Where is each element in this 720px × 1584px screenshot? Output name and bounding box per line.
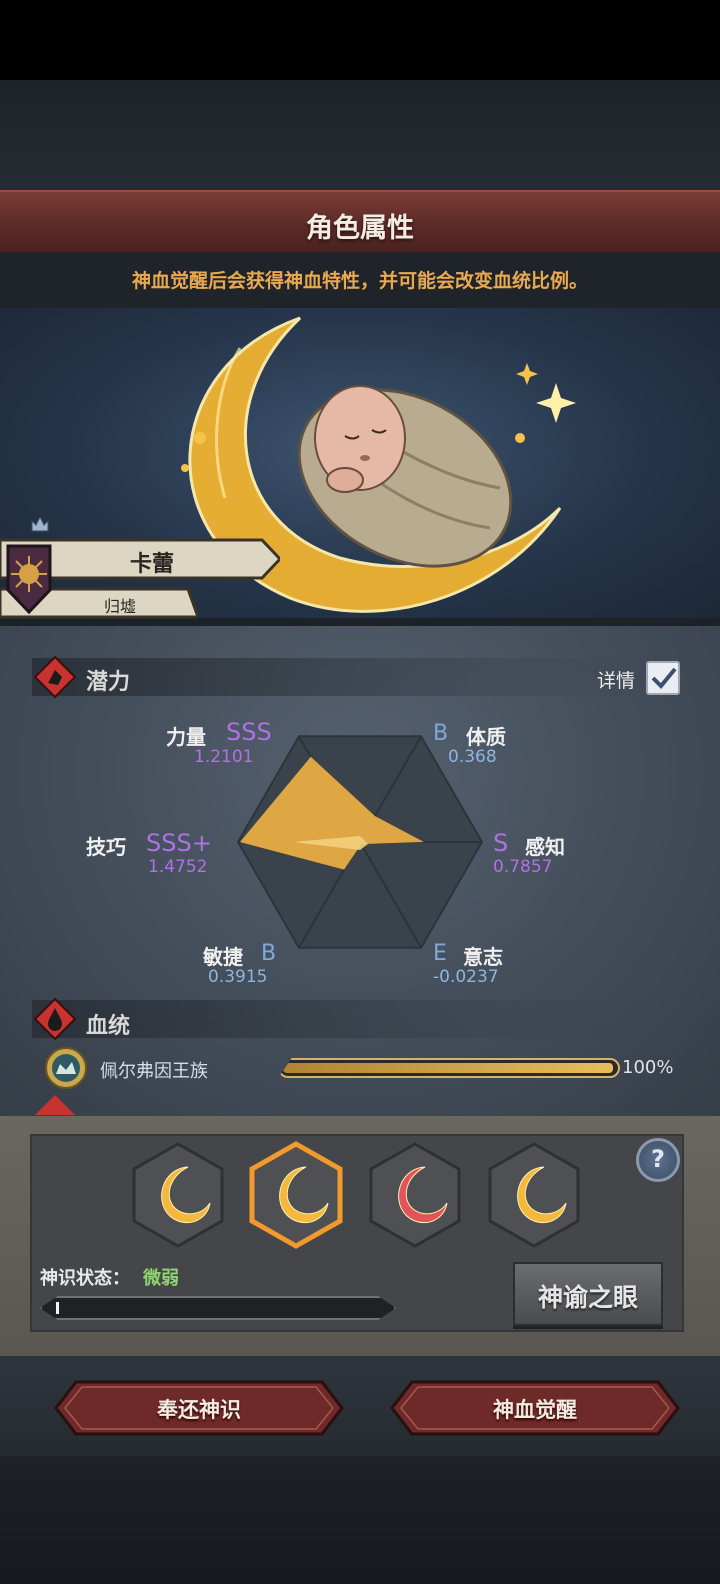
stat-grade-perception: S (493, 829, 509, 857)
subtitle-bar: 神血觉醒后会获得神血特性，并可能会改变血统比例。 (0, 252, 720, 308)
detail-label[interactable]: 详情 (597, 666, 635, 693)
divine-slot-1[interactable] (130, 1141, 226, 1249)
return-divine-sense-button[interactable]: 奉还神识 (54, 1380, 344, 1436)
divine-state-value: 微弱 (143, 1268, 179, 1289)
slot-hexagon (369, 1142, 461, 1248)
bloodline-section-header (32, 1000, 692, 1038)
faction-crown-icon (31, 515, 49, 532)
stat-grade-constitution: B (433, 721, 449, 746)
help-icon: ? (651, 1145, 665, 1173)
potential-section-header (32, 658, 692, 696)
top-status-area (0, 0, 720, 80)
stat-value-technique: 1.4752 (148, 857, 208, 877)
bloodline-name: 佩尔弗因王族 (100, 1061, 208, 1082)
faction-emblem-icon (6, 544, 52, 614)
stat-name-will: 意志 (463, 945, 503, 969)
divine-slot-3[interactable] (367, 1141, 463, 1249)
top-backdrop (0, 80, 720, 190)
stat-value-strength: 1.2101 (194, 747, 254, 767)
slot-3-crescent-icon (369, 1142, 461, 1248)
slot-1-crescent-icon (132, 1142, 224, 1248)
divine-state-label: 神识状态： (40, 1268, 130, 1289)
bloodline-progress-fill (283, 1063, 613, 1073)
slot-4-crescent-icon (488, 1142, 580, 1248)
bloodline-crest-icon (45, 1047, 87, 1089)
stat-name-agility: 敏捷 (203, 945, 243, 969)
awaken-button-label: 神血觉醒 (493, 1398, 577, 1422)
stat-grade-technique: SSS+ (146, 829, 212, 857)
slot-hexagon (132, 1142, 224, 1248)
stat-name-strength: 力量 (166, 725, 206, 749)
page-title: 角色属性 (306, 213, 414, 244)
stat-value-agility: 0.3915 (208, 967, 268, 987)
oracle-eye-label: 神谕之眼 (537, 1283, 638, 1312)
trait-section-icon (35, 1095, 75, 1115)
page-subtitle: 神血觉醒后会获得神血特性，并可能会改变血统比例。 (131, 270, 588, 292)
divine-awaken-button[interactable]: 神血觉醒 (390, 1380, 680, 1436)
blood-drop-icon (34, 998, 76, 1040)
character-origin: 归墟 (104, 597, 137, 616)
detail-checkbox[interactable] (646, 661, 680, 695)
bloodline-section-label: 血统 (86, 1014, 131, 1039)
slot-hexagon (249, 1141, 343, 1249)
stat-grade-agility: B (261, 941, 277, 966)
help-button[interactable]: ? (636, 1138, 680, 1182)
stat-value-constitution: 0.368 (448, 747, 497, 767)
footer-backdrop (0, 1456, 720, 1584)
stat-grade-strength: SSS (226, 718, 272, 746)
divine-slot-4[interactable] (486, 1141, 582, 1249)
divine-state-fill (56, 1302, 60, 1314)
potential-icon (34, 656, 76, 698)
title-bar: 角色属性 (0, 190, 720, 252)
oracle-eye-button[interactable]: 神谕之眼 (513, 1262, 663, 1326)
slot-2-crescent-icon (249, 1141, 343, 1249)
slot-hexagon (488, 1142, 580, 1248)
stat-name-technique: 技巧 (86, 835, 126, 859)
stat-name-perception: 感知 (525, 835, 565, 859)
stat-value-will: -0.0237 (433, 967, 499, 987)
potential-section-label: 潜力 (86, 670, 131, 695)
bloodline-percent: 100% (622, 1057, 674, 1078)
stat-name-constitution: 体质 (466, 725, 506, 749)
return-button-label: 奉还神识 (157, 1398, 241, 1422)
bloodline-progress-bar (278, 1058, 620, 1078)
stat-grade-will: E (433, 941, 447, 966)
divine-slot-2[interactable] (248, 1141, 344, 1249)
divine-state-bar (40, 1296, 396, 1320)
character-name: 卡蕾 (130, 552, 175, 577)
stat-value-perception: 0.7857 (493, 857, 553, 877)
checkmark-icon (651, 667, 677, 689)
